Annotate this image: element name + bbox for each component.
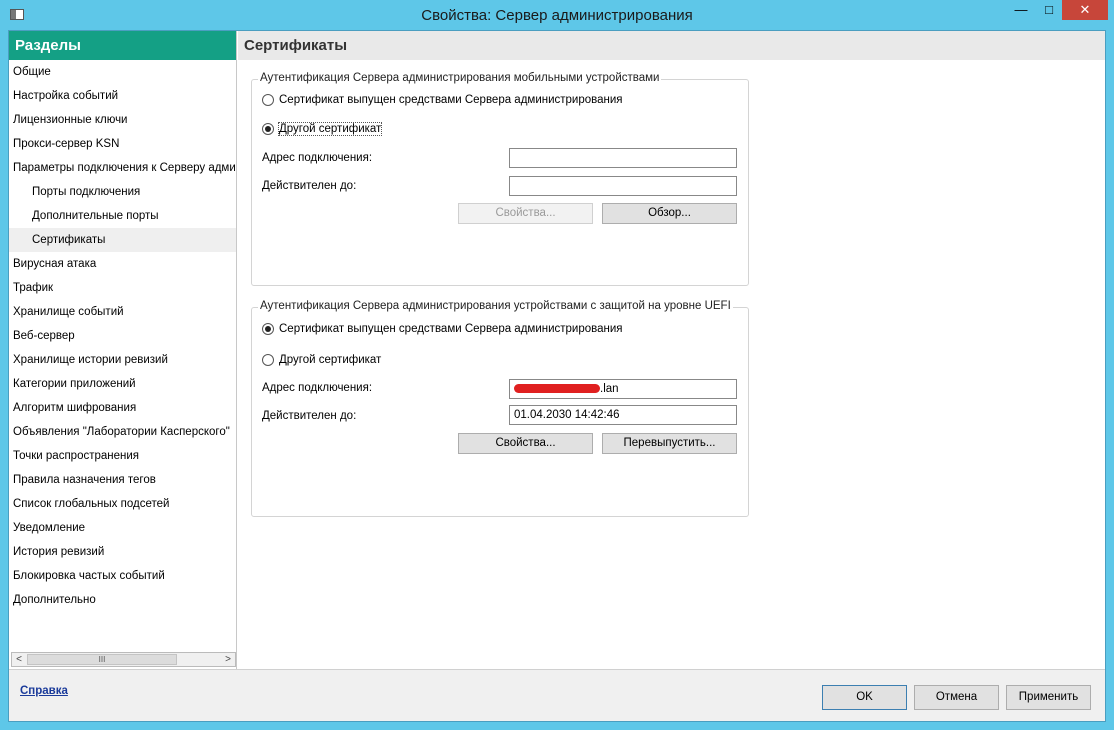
radio-server-cert[interactable]: Сертификат выпущен средствами Сервера ад… — [262, 323, 623, 335]
radio-icon — [262, 354, 274, 366]
sidebar-item[interactable]: Прокси-сервер KSN — [9, 132, 236, 156]
mobile-auth-group: Аутентификация Сервера администрирования… — [251, 72, 749, 286]
scroll-right-icon[interactable]: > — [221, 653, 235, 666]
radio-other-cert[interactable]: Другой сертификат — [262, 122, 383, 136]
sidebar-item[interactable]: Лицензионные ключи — [9, 108, 236, 132]
sidebar-item[interactable]: Объявления "Лаборатории Касперского" — [9, 420, 236, 444]
sidebar-item[interactable]: Хранилище истории ревизий — [9, 348, 236, 372]
redaction-mark — [514, 384, 600, 394]
valid-until-input[interactable]: 01.04.2030 14:42:46 — [509, 405, 737, 425]
sidebar-item[interactable]: Вирусная атака — [9, 252, 236, 276]
sidebar-item[interactable]: Категории приложений — [9, 372, 236, 396]
dialog-footer: Справка OK Отмена Применить — [9, 669, 1105, 721]
sidebar-item[interactable]: Блокировка частых событий — [9, 564, 236, 588]
sidebar-title: Разделы — [9, 31, 236, 60]
minimize-button[interactable]: — — [1008, 0, 1034, 20]
valid-until-label: Действителен до: — [262, 410, 357, 422]
radio-icon — [262, 323, 274, 335]
window-title: Свойства: Сервер администрирования — [421, 7, 693, 24]
sidebar-item[interactable]: Настройка событий — [9, 84, 236, 108]
scroll-thumb[interactable]: III — [27, 654, 177, 665]
radio-server-cert[interactable]: Сертификат выпущен средствами Сервера ад… — [262, 94, 623, 106]
sidebar-item[interactable]: Алгоритм шифрования — [9, 396, 236, 420]
properties-button[interactable]: Свойства... — [458, 433, 593, 454]
main-panel: Сертификаты Аутентификация Сервера админ… — [238, 31, 1105, 669]
close-button[interactable]: ✕ — [1062, 0, 1108, 20]
sidebar-item[interactable]: Список глобальных подсетей — [9, 492, 236, 516]
group-legend: Аутентификация Сервера администрирования… — [258, 300, 733, 312]
sidebar-item[interactable]: Дополнительные порты — [9, 204, 236, 228]
properties-button[interactable]: Свойства... — [458, 203, 593, 224]
sidebar-item[interactable]: Точки распространения — [9, 444, 236, 468]
sections-sidebar: Разделы Общие Настройка событий Лицензионн… — [9, 31, 237, 669]
address-label: Адрес подключения: — [262, 152, 373, 164]
page-title: Сертификаты — [238, 31, 1105, 60]
reissue-button[interactable]: Перевыпустить... — [602, 433, 737, 454]
address-input[interactable]: .lan — [509, 379, 737, 399]
sidebar-item[interactable]: Хранилище событий — [9, 300, 236, 324]
valid-until-input[interactable] — [509, 176, 737, 196]
radio-label: Другой сертификат — [277, 122, 383, 136]
sidebar-item[interactable]: Сертификаты — [9, 228, 236, 252]
sidebar-list: Общие Настройка событий Лицензионные ключи… — [9, 60, 236, 612]
sidebar-item[interactable]: Параметры подключения к Серверу админист… — [9, 156, 236, 180]
radio-label: Сертификат выпущен средствами Сервера ад… — [279, 94, 623, 106]
sidebar-item[interactable]: Правила назначения тегов — [9, 468, 236, 492]
dialog-client: Разделы Общие Настройка событий Лицензионн… — [8, 30, 1106, 722]
sidebar-item[interactable]: Порты подключения — [9, 180, 236, 204]
radio-other-cert[interactable]: Другой сертификат — [262, 354, 381, 366]
title-bar: Свойства: Сервер администрирования — □ ✕ — [0, 0, 1114, 30]
cancel-button[interactable]: Отмена — [914, 685, 999, 710]
horizontal-scrollbar[interactable]: < III > — [11, 652, 236, 667]
uefi-auth-group: Аутентификация Сервера администрирования… — [251, 300, 749, 517]
address-label: Адрес подключения: — [262, 382, 373, 394]
sidebar-item[interactable]: Уведомление — [9, 516, 236, 540]
sidebar-item[interactable]: Веб-сервер — [9, 324, 236, 348]
radio-label: Другой сертификат — [279, 354, 382, 366]
valid-until-label: Действителен до: — [262, 180, 357, 192]
radio-label: Сертификат выпущен средствами Сервера ад… — [279, 323, 623, 335]
group-legend: Аутентификация Сервера администрирования… — [258, 72, 662, 84]
address-suffix: .lan — [600, 383, 619, 395]
sidebar-item[interactable]: История ревизий — [9, 540, 236, 564]
help-link[interactable]: Справка — [20, 685, 68, 697]
browse-button[interactable]: Обзор... — [602, 203, 737, 224]
radio-icon — [262, 123, 274, 135]
scroll-left-icon[interactable]: < — [12, 653, 26, 666]
address-input[interactable] — [509, 148, 737, 168]
sidebar-item[interactable]: Общие — [9, 60, 236, 84]
sidebar-item[interactable]: Дополнительно — [9, 588, 236, 612]
maximize-button[interactable]: □ — [1036, 0, 1062, 20]
radio-icon — [262, 94, 274, 106]
apply-button[interactable]: Применить — [1006, 685, 1091, 710]
sidebar-item[interactable]: Трафик — [9, 276, 236, 300]
ok-button[interactable]: OK — [822, 685, 907, 710]
